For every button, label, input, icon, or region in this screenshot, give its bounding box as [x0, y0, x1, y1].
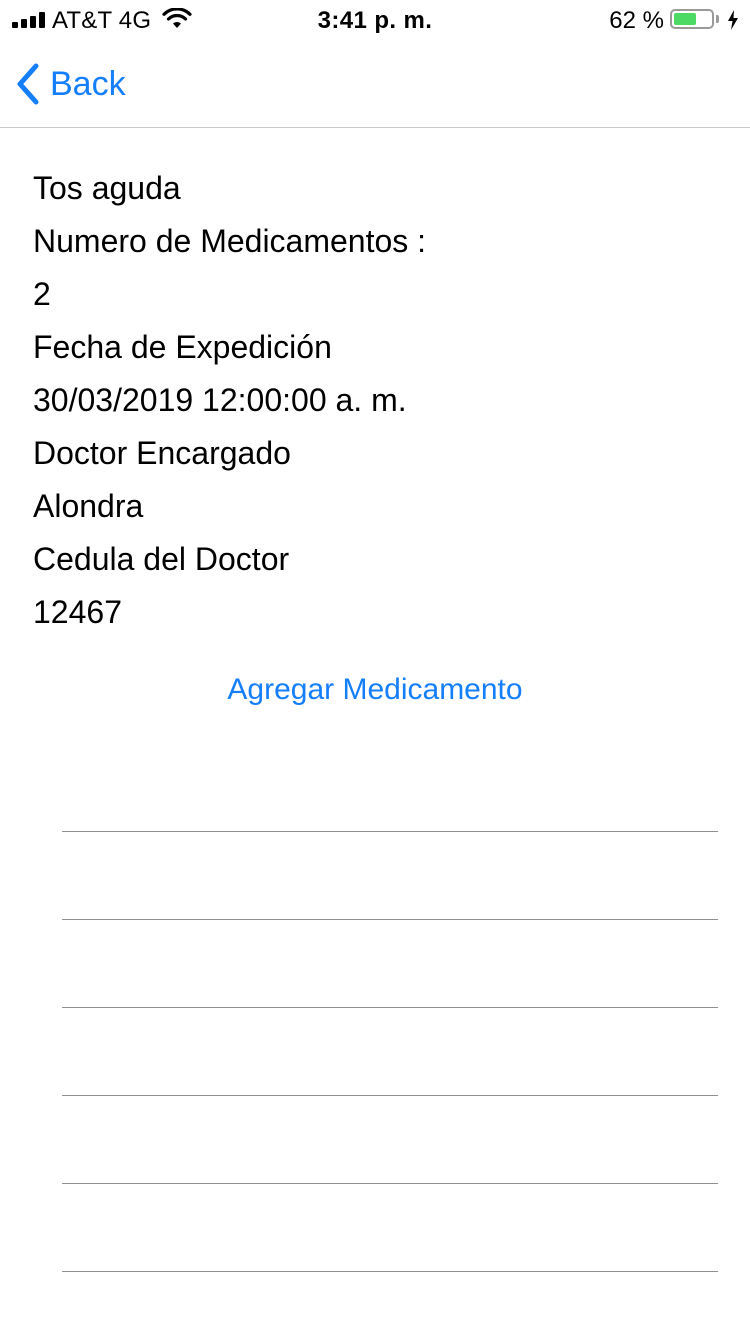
- list-item[interactable]: [62, 920, 718, 1008]
- medication-count-value: 2: [33, 276, 51, 312]
- list-item[interactable]: [62, 1096, 718, 1184]
- issue-date-value: 30/03/2019 12:00:00 a. m.: [33, 382, 407, 418]
- doctor-label: Doctor Encargado: [33, 435, 291, 471]
- doctor-name-value: Alondra: [33, 488, 144, 524]
- battery-level-fill: [674, 13, 696, 25]
- battery-icon: [670, 9, 714, 29]
- prescription-detail-screen: AT&T 4G 3:41 p. m. 62 % Back Tos aguda N…: [0, 0, 750, 1334]
- back-button-label: Back: [50, 64, 126, 103]
- doctor-id-label: Cedula del Doctor: [33, 541, 290, 577]
- chevron-left-icon: [17, 63, 39, 105]
- medication-list: [62, 744, 718, 1272]
- list-item[interactable]: [62, 832, 718, 920]
- list-item[interactable]: [62, 1184, 718, 1272]
- charging-bolt-icon: [728, 10, 738, 30]
- list-item[interactable]: [62, 744, 718, 832]
- diagnosis-text: Tos aguda: [33, 170, 181, 206]
- medication-count-label: Numero de Medicamentos :: [33, 223, 427, 259]
- navigation-bar: Back: [0, 40, 750, 128]
- battery-percentage: 62 %: [609, 7, 664, 34]
- add-medication-button[interactable]: Agregar Medicamento: [0, 668, 750, 712]
- back-button[interactable]: Back: [14, 60, 126, 108]
- issue-date-label: Fecha de Expedición: [33, 329, 332, 365]
- list-item[interactable]: [62, 1008, 718, 1096]
- prescription-details: Tos aguda Numero de Medicamentos : 2 Fec…: [33, 162, 723, 639]
- battery-cap: [716, 15, 719, 23]
- status-bar: AT&T 4G 3:41 p. m. 62 %: [0, 0, 750, 40]
- doctor-id-value: 12467: [33, 594, 122, 630]
